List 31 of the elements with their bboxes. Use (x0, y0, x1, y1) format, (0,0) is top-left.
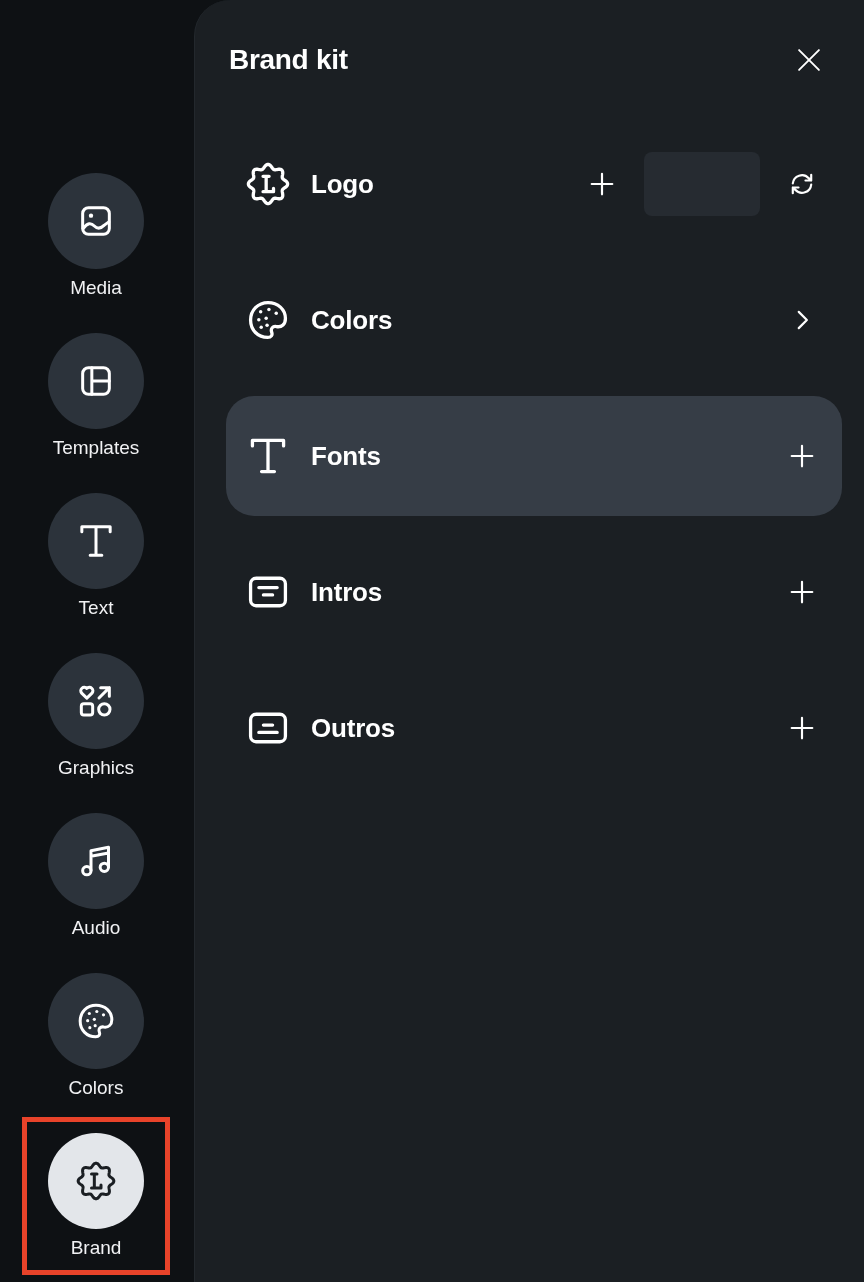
brand-kit-row[interactable]: Colors (226, 260, 842, 380)
sidebar-item[interactable]: Colors (48, 973, 144, 1099)
palette-icon (246, 298, 290, 342)
add-button[interactable] (789, 579, 815, 605)
row-label: Intros (311, 576, 384, 608)
row-label: Outros (311, 712, 397, 744)
close-icon (795, 46, 823, 74)
sidebar-item[interactable]: Templates (48, 333, 144, 459)
brand-kit-row[interactable]: Intros (226, 532, 842, 652)
brand-kit-row[interactable]: Logo (226, 124, 842, 244)
sidebar-item[interactable]: Text (48, 493, 144, 619)
plus-icon (789, 715, 815, 741)
sidebar-item[interactable]: Audio (48, 813, 144, 939)
sidebar-item[interactable]: Media (48, 173, 144, 299)
panel-title: Brand kit (229, 43, 348, 77)
row-label: Colors (311, 304, 394, 336)
row-label: Logo (311, 168, 375, 200)
plus-icon (589, 171, 615, 197)
refresh-icon (789, 171, 815, 197)
add-button[interactable] (789, 443, 815, 469)
refresh-button[interactable] (789, 171, 815, 197)
sidebar-item[interactable]: Brand (48, 1133, 144, 1259)
brand-kit-row[interactable]: Fonts (226, 396, 842, 516)
add-button[interactable] (789, 715, 815, 741)
plus-icon (789, 443, 815, 469)
add-button[interactable] (589, 171, 615, 197)
brand-kit-row[interactable]: Outros (226, 668, 842, 788)
badge-icon (246, 162, 290, 206)
row-label: Fonts (311, 440, 382, 472)
plus-icon (789, 579, 815, 605)
sidebar-item[interactable]: Graphics (48, 653, 144, 779)
